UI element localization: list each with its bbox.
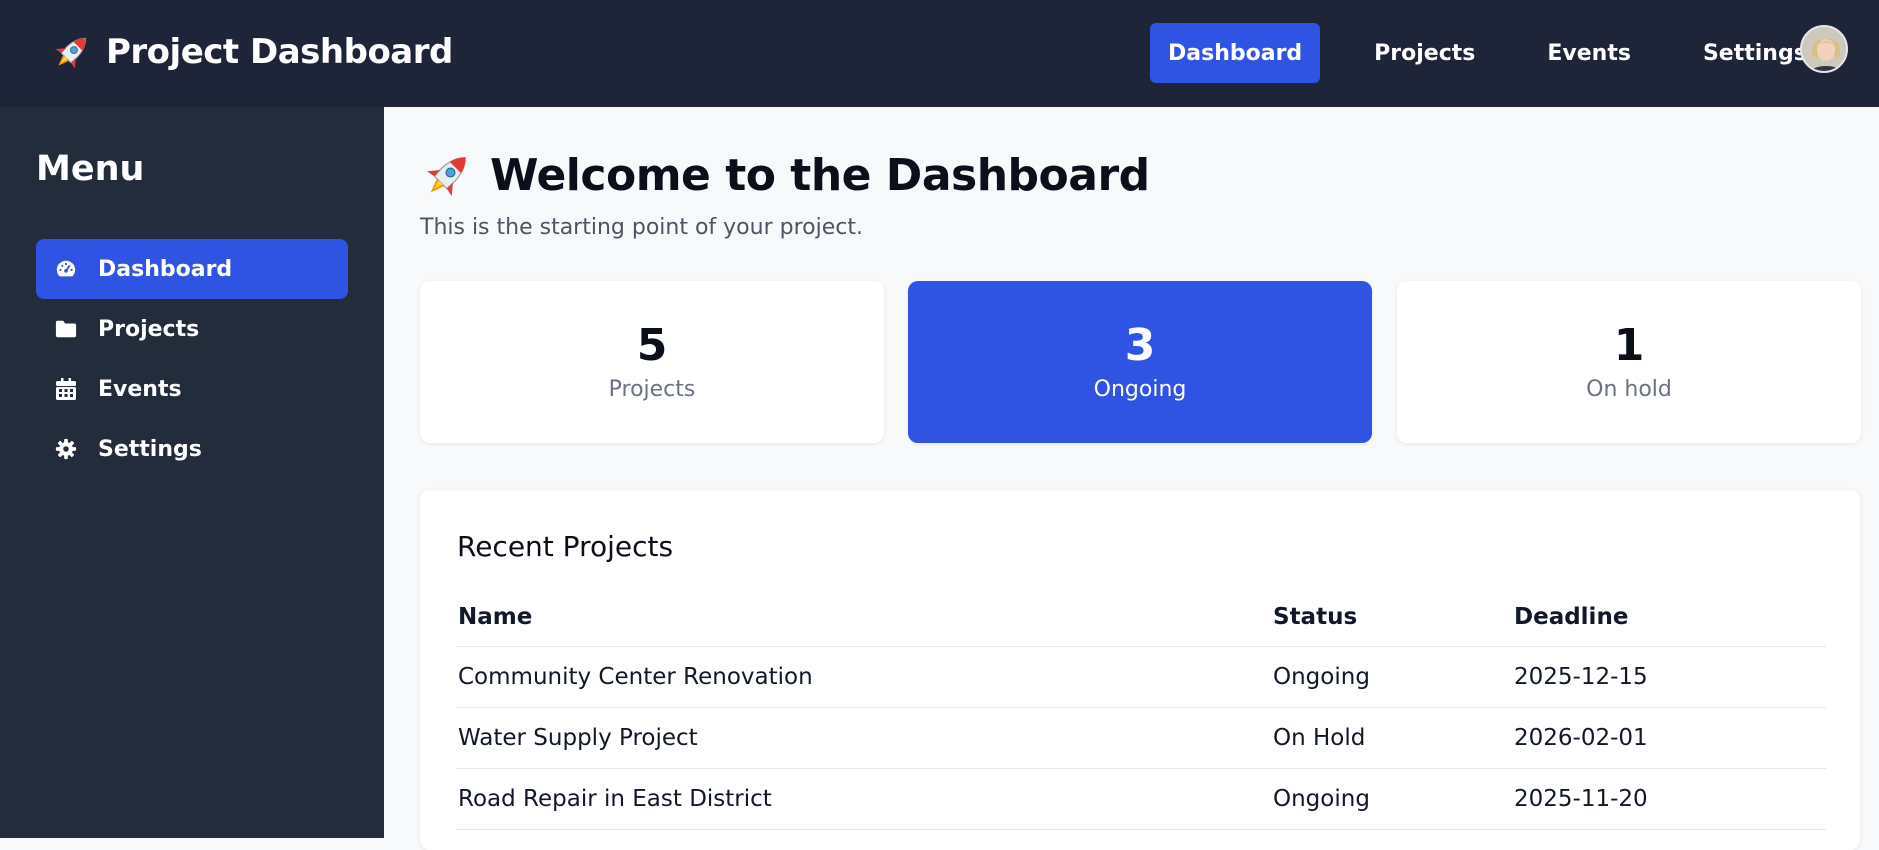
rocket-icon — [55, 37, 87, 69]
table-header-row: Name Status Deadline — [456, 588, 1826, 647]
sidebar-item-dashboard[interactable]: Dashboard — [36, 239, 348, 299]
page-subtitle: This is the starting point of your proje… — [420, 215, 863, 240]
sidebar-item-label: Projects — [98, 316, 200, 342]
projects-table: Name Status Deadline Community Center Re… — [456, 588, 1826, 830]
calendar-icon — [54, 377, 78, 401]
project-deadline: 2025-11-20 — [1514, 786, 1648, 812]
top-nav-events[interactable]: Events — [1529, 23, 1649, 83]
gear-icon — [54, 437, 78, 461]
sidebar-item-label: Dashboard — [98, 256, 233, 282]
top-nav-projects[interactable]: Projects — [1356, 23, 1493, 83]
stat-value: 3 — [1124, 320, 1156, 372]
page-heading: Welcome to the Dashboard — [420, 147, 1150, 203]
page-title: Welcome to the Dashboard — [490, 149, 1150, 201]
top-nav-dashboard[interactable]: Dashboard — [1150, 23, 1321, 83]
recent-projects-title: Recent Projects — [457, 530, 674, 563]
table-row[interactable]: Water Supply Project On Hold 2026-02-01 — [456, 708, 1826, 769]
stat-card-projects[interactable]: 5 Projects — [420, 281, 884, 443]
table-row[interactable]: Community Center Renovation Ongoing 2025… — [456, 647, 1826, 708]
gauge-icon — [54, 257, 78, 281]
project-name: Water Supply Project — [458, 725, 698, 751]
stat-card-on-hold[interactable]: 1 On hold — [1397, 281, 1861, 443]
table-row[interactable]: Road Repair in East District Ongoing 202… — [456, 769, 1826, 830]
sidebar: Menu Dashboard Projects Events Settings — [0, 107, 384, 838]
stat-value: 1 — [1613, 320, 1645, 372]
project-name: Road Repair in East District — [458, 786, 772, 812]
app-title: Project Dashboard — [106, 32, 453, 72]
project-deadline: 2026-02-01 — [1514, 725, 1648, 751]
top-nav: Dashboard Projects Events Settings — [1150, 23, 1861, 83]
avatar[interactable] — [1800, 25, 1848, 73]
rocket-icon — [426, 157, 466, 197]
main-content: Welcome to the Dashboard This is the sta… — [384, 107, 1879, 850]
sidebar-item-label: Events — [98, 376, 182, 402]
column-header-deadline: Deadline — [1514, 604, 1629, 630]
project-status: Ongoing — [1273, 664, 1370, 690]
column-header-name: Name — [458, 604, 533, 630]
project-status: Ongoing — [1273, 786, 1370, 812]
folder-icon — [54, 317, 78, 341]
stat-label: Projects — [608, 376, 696, 402]
brand[interactable]: Project Dashboard — [50, 30, 453, 74]
stat-label: On hold — [1586, 376, 1672, 402]
stat-label: Ongoing — [1093, 376, 1187, 402]
sidebar-item-label: Settings — [98, 436, 202, 462]
column-header-status: Status — [1273, 604, 1358, 630]
recent-projects-panel: Recent Projects Name Status Deadline Com… — [420, 490, 1860, 850]
sidebar-item-projects[interactable]: Projects — [36, 299, 348, 359]
sidebar-item-events[interactable]: Events — [36, 359, 348, 419]
sidebar-item-settings[interactable]: Settings — [36, 419, 348, 479]
top-navbar: Project Dashboard Dashboard Projects Eve… — [0, 0, 1879, 107]
project-name: Community Center Renovation — [458, 664, 813, 690]
project-status: On Hold — [1273, 725, 1366, 751]
project-deadline: 2025-12-15 — [1514, 664, 1648, 690]
sidebar-title: Menu — [36, 149, 145, 189]
stat-card-ongoing[interactable]: 3 Ongoing — [908, 281, 1372, 443]
stat-value: 5 — [636, 320, 668, 372]
